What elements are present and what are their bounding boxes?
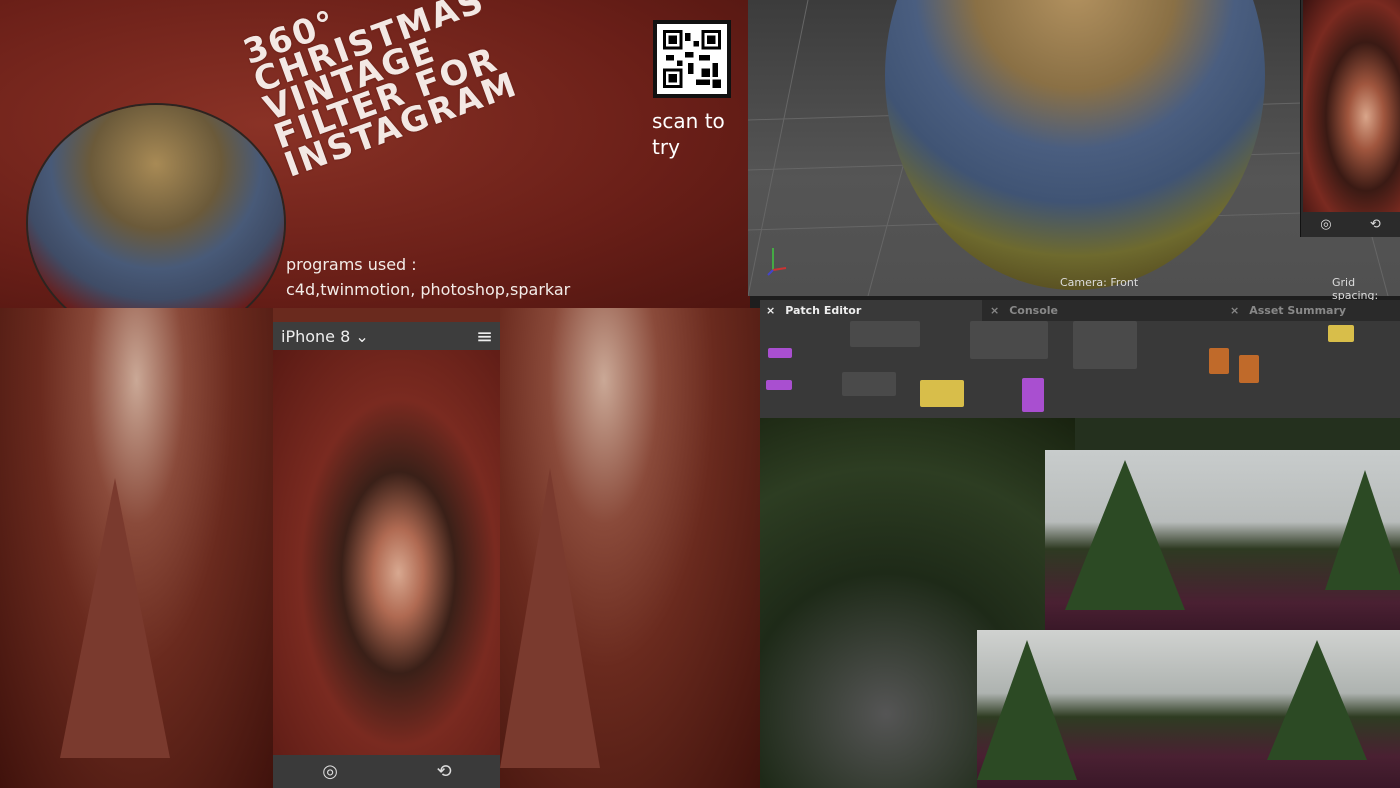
phone-simulator: iPhone 8 ⌄ ≡ ◎ ⟲ bbox=[273, 308, 501, 788]
photo-tree-room bbox=[0, 308, 273, 788]
patch-node-yellow[interactable] bbox=[920, 380, 964, 407]
render-room-trees bbox=[1045, 450, 1400, 630]
render-room-wide bbox=[977, 630, 1400, 788]
patch-node[interactable] bbox=[850, 321, 920, 347]
patch-node[interactable] bbox=[970, 321, 1048, 359]
patch-node-orange[interactable] bbox=[1239, 355, 1259, 383]
filter-photos: iPhone 8 ⌄ ≡ ◎ ⟲ bbox=[0, 308, 760, 788]
flip-icon[interactable]: ⟲ bbox=[1370, 217, 1381, 232]
tab-label: Patch Editor bbox=[785, 304, 862, 317]
qr-code[interactable] bbox=[653, 20, 731, 98]
patch-node-orange[interactable] bbox=[1209, 348, 1229, 374]
patch-node-purple[interactable] bbox=[766, 380, 792, 390]
phone-camera-view bbox=[273, 350, 501, 755]
patch-node-purple[interactable] bbox=[768, 348, 792, 358]
photo-woman-decorating bbox=[500, 308, 760, 788]
programs-list: c4d,twinmotion, photoshop,sparkar bbox=[286, 280, 571, 299]
tab-console[interactable]: × Console bbox=[982, 300, 1226, 321]
programs-text: programs used : c4d,twinmotion, photosho… bbox=[286, 252, 570, 302]
tab-label: Asset Summary bbox=[1249, 304, 1347, 317]
close-icon[interactable]: × bbox=[1230, 304, 1239, 317]
menu-icon[interactable]: ≡ bbox=[476, 324, 493, 348]
scan-to-try-label: scan to try bbox=[652, 109, 725, 159]
camera-switch-icon[interactable]: ◎ bbox=[1320, 217, 1331, 232]
patch-node-yellow[interactable] bbox=[1328, 325, 1354, 342]
tab-patch-editor[interactable]: × Patch Editor bbox=[760, 300, 982, 321]
patch-node[interactable] bbox=[842, 372, 896, 396]
device-selector[interactable]: iPhone 8 ⌄ ≡ bbox=[273, 322, 501, 350]
close-icon[interactable]: × bbox=[766, 304, 775, 317]
grid-spacing-label: Grid spacing: bbox=[1332, 276, 1379, 302]
camera-switch-icon[interactable]: ◎ bbox=[322, 761, 338, 782]
phone-toolbar: ◎ ⟲ bbox=[273, 755, 501, 788]
device-label: iPhone 8 bbox=[281, 326, 351, 346]
programs-label: programs used : bbox=[286, 255, 417, 274]
patch-node-purple[interactable] bbox=[1022, 378, 1044, 412]
poster-panel: 360° CHRISTMAS VINTAGE FILTER FOR INSTAG… bbox=[0, 0, 750, 341]
poster-title: 360° CHRISTMAS VINTAGE FILTER FOR INSTAG… bbox=[238, 0, 523, 186]
panel-tabs: × Patch Editor × Console × Asset Summary bbox=[760, 300, 1400, 321]
patch-editor[interactable]: × Patch Editor × Console × Asset Summary bbox=[760, 300, 1400, 418]
flip-icon[interactable]: ⟲ bbox=[437, 761, 452, 782]
preview-image bbox=[1303, 0, 1400, 212]
sphere-render bbox=[28, 105, 284, 341]
chevron-down-icon[interactable]: ⌄ bbox=[355, 327, 368, 346]
camera-label: Camera: Front bbox=[1060, 276, 1139, 289]
simulator-preview: ◎ ⟲ bbox=[1300, 0, 1400, 237]
patch-node[interactable] bbox=[1073, 321, 1137, 369]
tab-asset-summary[interactable]: × Asset Summary bbox=[1226, 300, 1400, 321]
tab-label: Console bbox=[1009, 304, 1059, 317]
close-icon[interactable]: × bbox=[990, 304, 999, 317]
